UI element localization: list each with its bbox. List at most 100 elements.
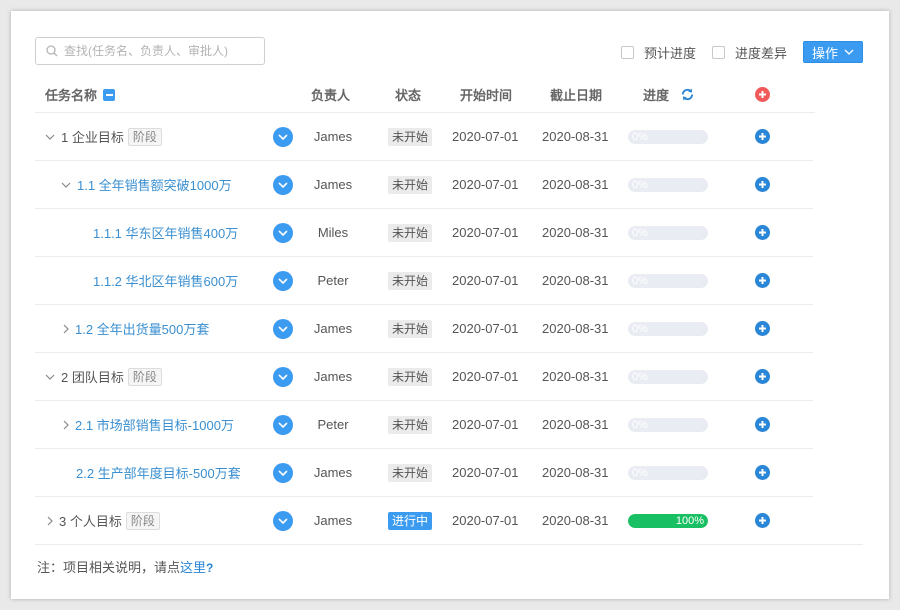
progress-bar: 0% [628, 273, 708, 288]
add-subtask-button[interactable] [755, 177, 770, 192]
chevron-down-icon [278, 373, 288, 380]
table-header: 任务名称 负责人 状态 开始时间 截止日期 进度 [35, 77, 815, 113]
task-name[interactable]: 2.1 市场部销售目标-1000万 [75, 415, 234, 434]
start-date: 2020-07-01 [452, 417, 519, 432]
progress-diff-checkbox[interactable]: 进度差异 [711, 43, 787, 62]
col-task-name-label: 任务名称 [45, 88, 98, 103]
add-subtask-button[interactable] [755, 225, 770, 240]
task-name[interactable]: 1.1 全年销售额突破1000万 [77, 175, 232, 194]
task-name[interactable]: 2 团队目标 [61, 367, 124, 386]
status-badge: 未开始 [387, 175, 432, 194]
plus-icon [759, 469, 766, 476]
task-name[interactable]: 1.1.2 华北区年销售600万 [93, 271, 238, 290]
add-subtask-button[interactable] [755, 129, 770, 144]
progress-label: 0% [632, 274, 648, 287]
delete-icon[interactable] [755, 87, 770, 102]
owner: Miles [317, 225, 349, 240]
chevron-down-icon[interactable] [45, 374, 55, 380]
plus-icon [759, 421, 766, 428]
task-name[interactable]: 1.1.1 华东区年销售400万 [93, 223, 238, 242]
table-row[interactable]: 1.2 全年出货量500万套 James 未开始 2020-07-01 2020… [35, 305, 813, 353]
progress-bar: 0% [628, 321, 708, 336]
task-name[interactable]: 1 企业目标 [61, 127, 124, 146]
status-badge: 未开始 [387, 223, 432, 242]
add-subtask-button[interactable] [755, 273, 770, 288]
status-badge: 进行中 [387, 511, 432, 530]
search-box[interactable] [35, 37, 265, 65]
progress-label: 0% [632, 226, 648, 239]
table-row[interactable]: 2 团队目标 阶段 James 未开始 2020-07-01 2020-08-3… [35, 353, 813, 401]
progress-bar: 0% [628, 417, 708, 432]
chevron-right-icon[interactable] [47, 516, 53, 526]
expand-detail-button[interactable] [273, 222, 293, 243]
add-subtask-button[interactable] [755, 513, 770, 528]
chevron-down-icon [278, 517, 288, 524]
refresh-icon[interactable] [681, 88, 694, 101]
progress-bar: 0% [628, 465, 708, 480]
checkbox-box[interactable] [711, 45, 725, 59]
table-row[interactable]: 1.1.2 华北区年销售600万 Peter 未开始 2020-07-01 20… [35, 257, 813, 305]
progress-bar: 0% [628, 369, 708, 384]
search-input[interactable] [64, 44, 254, 58]
task-panel: 预计进度 进度差异 操作 任务名称 负责人 状态 开始时间 截止日期 进度 [11, 11, 889, 599]
chevron-down-icon [278, 229, 288, 236]
expand-detail-button[interactable] [273, 510, 293, 531]
end-date: 2020-08-31 [542, 225, 609, 240]
chevron-down-icon[interactable] [61, 182, 71, 188]
table-row[interactable]: 2.1 市场部销售目标-1000万 Peter 未开始 2020-07-01 2… [35, 401, 813, 449]
end-date: 2020-08-31 [542, 369, 609, 384]
expand-detail-button[interactable] [273, 126, 293, 147]
expand-detail-button[interactable] [273, 318, 293, 339]
status-badge: 未开始 [387, 463, 432, 482]
checkbox-box[interactable] [620, 45, 634, 59]
status-badge: 未开始 [387, 415, 432, 434]
add-subtask-button[interactable] [755, 369, 770, 384]
task-name[interactable]: 2.2 生产部年度目标-500万套 [76, 463, 241, 482]
expand-detail-button[interactable] [273, 270, 293, 291]
col-end: 截止日期 [550, 88, 603, 103]
help-question-icon[interactable]: ? [206, 561, 213, 575]
expand-detail-button[interactable] [273, 366, 293, 387]
plus-icon [759, 181, 766, 188]
table-row[interactable]: 3 个人目标 阶段 James 进行中 2020-07-01 2020-08-3… [35, 497, 863, 545]
operations-button[interactable]: 操作 [802, 41, 863, 63]
expand-detail-button[interactable] [273, 414, 293, 435]
expand-detail-button[interactable] [273, 174, 293, 195]
chevron-down-icon [278, 469, 288, 476]
end-date: 2020-08-31 [542, 465, 609, 480]
progress-bar: 100% [628, 513, 708, 528]
table-row[interactable]: 1.1 全年销售额突破1000万 James 未开始 2020-07-01 20… [35, 161, 813, 209]
chevron-right-icon[interactable] [63, 324, 69, 334]
plus-icon [759, 277, 766, 284]
progress-label: 100% [675, 514, 704, 527]
expand-detail-button[interactable] [273, 462, 293, 483]
chevron-down-icon[interactable] [45, 134, 55, 140]
table-row[interactable]: 1.1.1 华东区年销售400万 Miles 未开始 2020-07-01 20… [35, 209, 813, 257]
owner: James [313, 513, 353, 528]
status-badge: 未开始 [387, 319, 432, 338]
stage-tag: 阶段 [125, 511, 160, 530]
task-name[interactable]: 1.2 全年出货量500万套 [75, 319, 209, 338]
add-subtask-button[interactable] [755, 417, 770, 432]
end-date: 2020-08-31 [542, 321, 609, 336]
planned-progress-checkbox[interactable]: 预计进度 [620, 43, 696, 62]
add-subtask-button[interactable] [755, 465, 770, 480]
table-row[interactable]: 1 企业目标 阶段 James 未开始 2020-07-01 2020-08-3… [35, 113, 813, 161]
progress-label: 0% [632, 130, 648, 143]
plus-icon [759, 133, 766, 140]
owner: Peter [317, 273, 349, 288]
end-date: 2020-08-31 [542, 417, 609, 432]
start-date: 2020-07-01 [452, 129, 519, 144]
progress-label: 0% [632, 466, 648, 479]
progress-label: 0% [632, 322, 648, 335]
chevron-right-icon[interactable] [63, 420, 69, 430]
owner: James [313, 321, 353, 336]
owner: James [313, 369, 353, 384]
table-row[interactable]: 2.2 生产部年度目标-500万套 James 未开始 2020-07-01 2… [35, 449, 813, 497]
start-date: 2020-07-01 [452, 369, 519, 384]
add-subtask-button[interactable] [755, 321, 770, 336]
collapse-all-icon[interactable] [103, 88, 116, 101]
footer-help-link[interactable]: 这里 [180, 560, 206, 575]
col-progress-label: 进度 [643, 88, 670, 103]
task-name[interactable]: 3 个人目标 [59, 511, 122, 530]
